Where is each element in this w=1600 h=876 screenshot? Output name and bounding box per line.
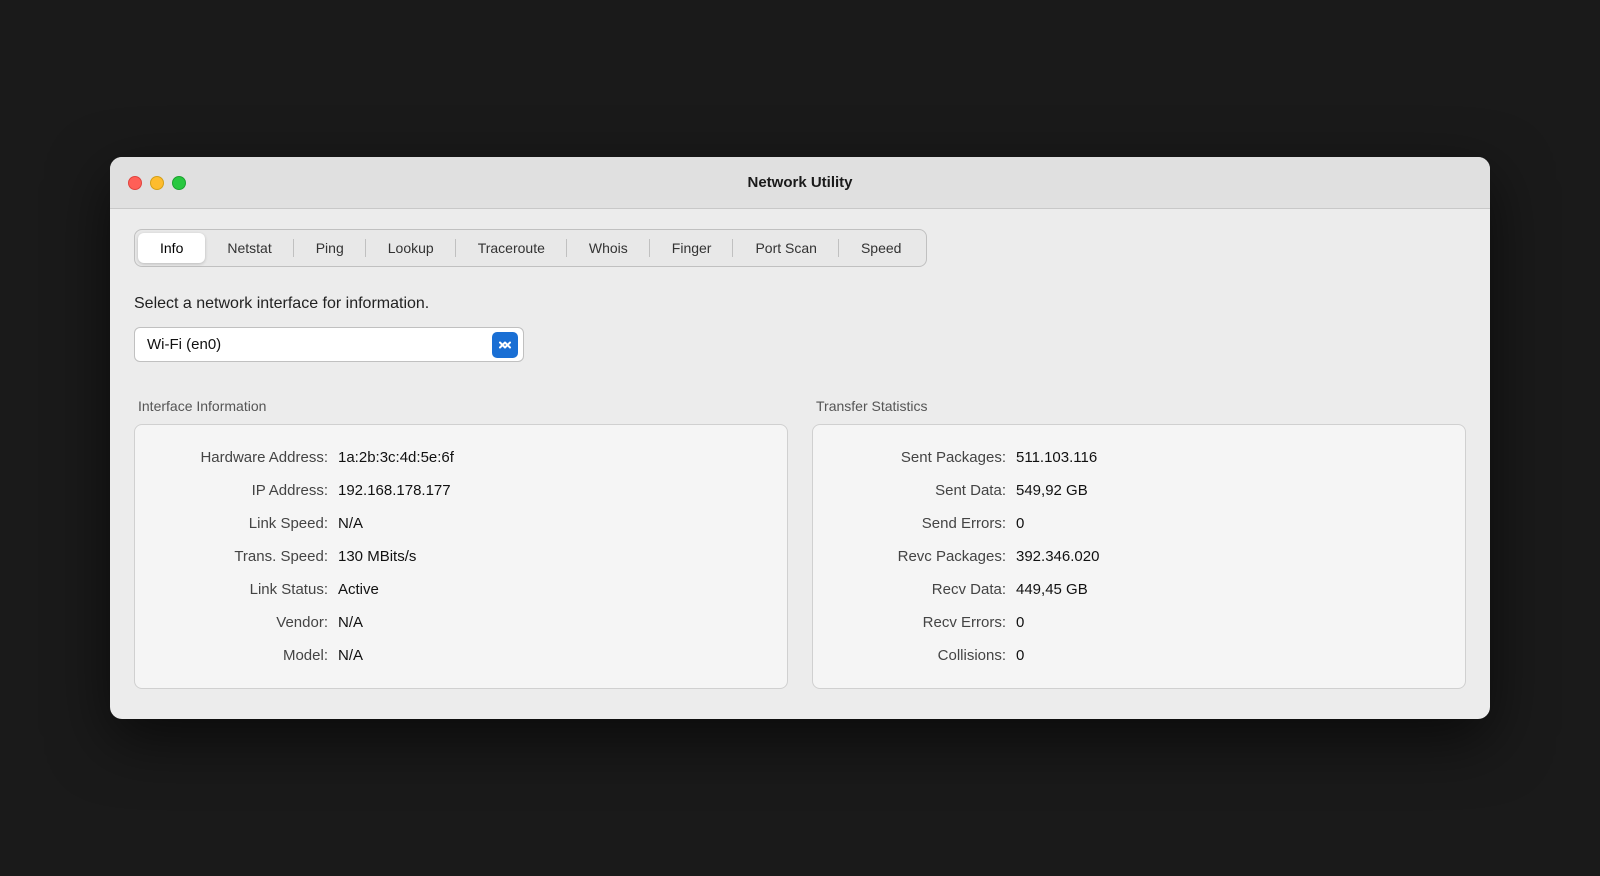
transfer-stats-section: Transfer Statistics Sent Packages: 511.1… — [812, 398, 1466, 689]
tab-whois[interactable]: Whois — [567, 233, 650, 263]
minimize-button[interactable] — [150, 176, 164, 190]
stat-value: 511.103.116 — [1016, 449, 1097, 466]
stat-value: 0 — [1016, 614, 1024, 631]
table-row: Collisions: 0 — [841, 647, 1437, 664]
interface-info-title: Interface Information — [134, 398, 788, 414]
stat-value: 0 — [1016, 647, 1024, 664]
tab-netstat[interactable]: Netstat — [205, 233, 293, 263]
info-value: 192.168.178.177 — [338, 482, 451, 499]
info-label: Link Speed: — [163, 515, 338, 532]
info-value: N/A — [338, 614, 363, 631]
info-value: N/A — [338, 515, 363, 532]
main-content: InfoNetstatPingLookupTracerouteWhoisFing… — [110, 209, 1490, 719]
info-label: Trans. Speed: — [163, 548, 338, 565]
table-row: Vendor: N/A — [163, 614, 759, 631]
info-label: Link Status: — [163, 581, 338, 598]
info-panels: Interface Information Hardware Address: … — [134, 398, 1466, 689]
app-window: Network Utility InfoNetstatPingLookupTra… — [110, 157, 1490, 719]
info-label: Vendor: — [163, 614, 338, 631]
traffic-lights — [128, 176, 186, 190]
stat-label: Sent Packages: — [841, 449, 1016, 466]
stat-label: Revc Packages: — [841, 548, 1016, 565]
stat-value: 392.346.020 — [1016, 548, 1099, 565]
stat-label: Send Errors: — [841, 515, 1016, 532]
tab-speed[interactable]: Speed — [839, 233, 923, 263]
stat-value: 449,45 GB — [1016, 581, 1088, 598]
stat-label: Sent Data: — [841, 482, 1016, 499]
titlebar: Network Utility — [110, 157, 1490, 209]
info-value: N/A — [338, 647, 363, 664]
table-row: Send Errors: 0 — [841, 515, 1437, 532]
tab-finger[interactable]: Finger — [650, 233, 734, 263]
tab-ping[interactable]: Ping — [294, 233, 366, 263]
interface-prompt: Select a network interface for informati… — [134, 295, 1466, 313]
interface-select-wrapper: Wi-Fi (en0)Ethernet (en1)Loopback (lo0) — [134, 327, 524, 362]
table-row: Sent Packages: 511.103.116 — [841, 449, 1437, 466]
table-row: Model: N/A — [163, 647, 759, 664]
info-label: Hardware Address: — [163, 449, 338, 466]
interface-info-box: Hardware Address: 1a:2b:3c:4d:5e:6f IP A… — [134, 424, 788, 689]
table-row: Trans. Speed: 130 MBits/s — [163, 548, 759, 565]
tab-bar: InfoNetstatPingLookupTracerouteWhoisFing… — [134, 229, 927, 267]
stat-label: Collisions: — [841, 647, 1016, 664]
stat-value: 0 — [1016, 515, 1024, 532]
interface-info-section: Interface Information Hardware Address: … — [134, 398, 788, 689]
table-row: Hardware Address: 1a:2b:3c:4d:5e:6f — [163, 449, 759, 466]
table-row: Sent Data: 549,92 GB — [841, 482, 1437, 499]
interface-select[interactable]: Wi-Fi (en0)Ethernet (en1)Loopback (lo0) — [134, 327, 524, 362]
table-row: IP Address: 192.168.178.177 — [163, 482, 759, 499]
tab-portscan[interactable]: Port Scan — [733, 233, 838, 263]
tab-info[interactable]: Info — [138, 233, 205, 263]
table-row: Link Status: Active — [163, 581, 759, 598]
table-row: Recv Data: 449,45 GB — [841, 581, 1437, 598]
tab-lookup[interactable]: Lookup — [366, 233, 456, 263]
table-row: Link Speed: N/A — [163, 515, 759, 532]
close-button[interactable] — [128, 176, 142, 190]
tab-traceroute[interactable]: Traceroute — [456, 233, 567, 263]
info-value: Active — [338, 581, 379, 598]
transfer-stats-box: Sent Packages: 511.103.116 Sent Data: 54… — [812, 424, 1466, 689]
window-title: Network Utility — [747, 174, 852, 191]
table-row: Revc Packages: 392.346.020 — [841, 548, 1437, 565]
info-value: 130 MBits/s — [338, 548, 416, 565]
info-label: IP Address: — [163, 482, 338, 499]
table-row: Recv Errors: 0 — [841, 614, 1437, 631]
stat-label: Recv Data: — [841, 581, 1016, 598]
stat-value: 549,92 GB — [1016, 482, 1088, 499]
info-label: Model: — [163, 647, 338, 664]
maximize-button[interactable] — [172, 176, 186, 190]
stat-label: Recv Errors: — [841, 614, 1016, 631]
transfer-stats-title: Transfer Statistics — [812, 398, 1466, 414]
info-value: 1a:2b:3c:4d:5e:6f — [338, 449, 454, 466]
